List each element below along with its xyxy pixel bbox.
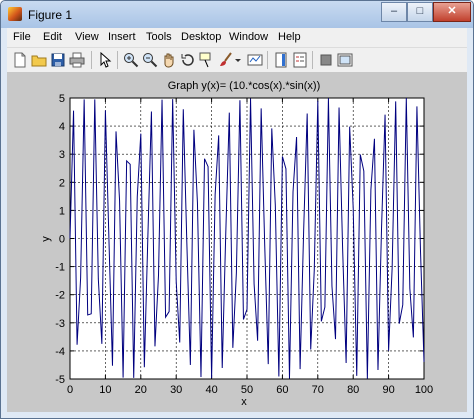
toolbar-separator [91,51,92,69]
rotate-3d-icon[interactable] [180,52,196,68]
x-tick-label: 50 [241,384,253,396]
y-tick-label: -1 [55,262,65,274]
toolbar-separator [267,51,268,69]
close-icon: ✕ [447,5,457,17]
x-tick-label: 100 [415,384,433,396]
insert-colorbar-icon[interactable] [273,52,289,68]
edit-plot-arrow-icon[interactable] [97,51,113,68]
menu-tools[interactable]: Tools [146,31,172,43]
x-tick-label: 0 [67,384,73,396]
maximize-icon: □ [416,5,424,17]
menu-edit[interactable]: Edit [43,31,62,43]
x-tick-label: 40 [205,384,217,396]
x-tick-label: 30 [170,384,182,396]
figure-window: Figure 1 – □ ✕ File Edit View Insert Too… [0,0,474,419]
link-plot-icon[interactable] [247,52,263,68]
print-icon[interactable] [69,52,85,68]
hide-plot-tools-icon[interactable] [318,52,334,68]
x-tick-label: 10 [99,384,111,396]
figure-toolbar [7,47,467,73]
x-tick-label: 60 [276,384,288,396]
zoom-out-icon[interactable] [142,52,158,68]
data-cursor-icon[interactable] [199,52,215,68]
minimize-button[interactable]: – [381,2,407,22]
chart-title: Graph y(x)= (10.*cos(x).*sin(x)) [168,80,321,92]
window-title: Figure 1 [28,8,73,22]
save-icon[interactable] [50,52,66,68]
brush-dropdown-icon[interactable] [234,52,242,68]
figure-canvas: Graph y(x)= (10.*cos(x).*sin(x)) 0 10 20 30… [7,72,467,412]
y-tick-label: 0 [59,234,65,246]
zoom-in-icon[interactable] [123,52,139,68]
menu-help[interactable]: Help [278,31,301,43]
x-tick-label: 70 [312,384,324,396]
new-figure-icon[interactable] [12,52,28,68]
menu-insert[interactable]: Insert [108,31,136,43]
y-tick-label: 4 [59,121,65,133]
y-tick-label: -5 [55,374,65,386]
show-plot-tools-icon[interactable] [337,52,353,68]
x-tick-label: 80 [347,384,359,396]
minimize-icon: – [390,5,398,17]
toolbar-separator [312,51,313,69]
maximize-button[interactable]: □ [407,2,433,22]
y-tick-label: -4 [55,346,65,358]
y-tick-label: 1 [59,205,65,217]
x-tick-label: 90 [382,384,394,396]
menu-file[interactable]: File [13,31,31,43]
toolbar-separator [117,51,118,69]
y-tick-label: 2 [59,177,65,189]
close-button[interactable]: ✕ [433,2,471,22]
y-axis-label: y [40,236,52,242]
x-axis-label: x [241,396,247,408]
y-tick-label: 5 [59,93,65,105]
open-file-icon[interactable] [31,52,47,68]
menu-desktop[interactable]: Desktop [181,31,221,43]
title-bar[interactable]: Figure 1 – □ ✕ [1,1,473,28]
menu-bar: File Edit View Insert Tools Desktop Wind… [7,28,467,47]
insert-legend-icon[interactable] [292,52,308,68]
line-plot[interactable]: Graph y(x)= (10.*cos(x).*sin(x)) 0 10 20 30… [7,72,467,412]
y-tick-label: -3 [55,318,65,330]
y-tick-label: 3 [59,149,65,161]
brush-icon[interactable] [218,52,234,68]
menu-view[interactable]: View [75,31,99,43]
x-tick-label: 20 [135,384,147,396]
pan-hand-icon[interactable] [161,52,177,68]
matlab-logo-icon [8,7,22,21]
y-tick-label: -2 [55,290,65,302]
menu-window[interactable]: Window [229,31,268,43]
